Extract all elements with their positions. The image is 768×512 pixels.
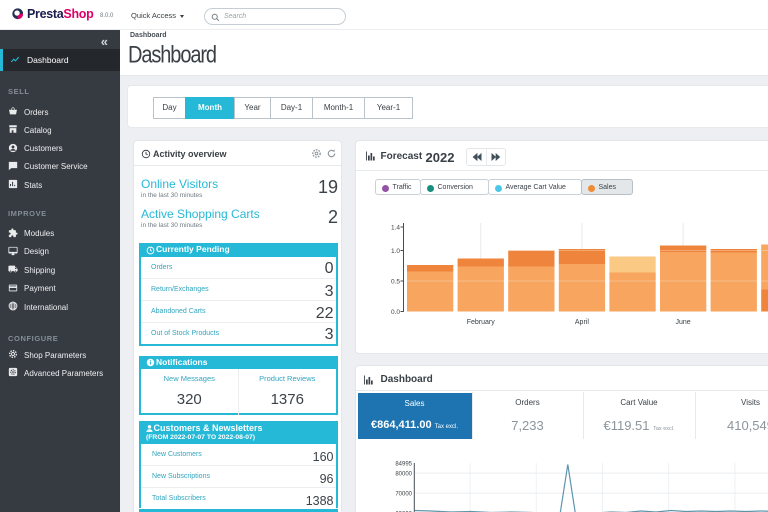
- svg-text:0.5: 0.5: [390, 279, 399, 286]
- svg-text:70000: 70000: [395, 492, 412, 498]
- svg-text:1.4: 1.4: [390, 225, 399, 232]
- svg-text:1.0: 1.0: [390, 248, 399, 255]
- svg-text:0.0: 0.0: [390, 309, 399, 316]
- svg-text:April: April: [574, 319, 588, 326]
- svg-text:February: February: [466, 319, 495, 326]
- svg-text:80000: 80000: [395, 472, 412, 478]
- svg-text:June: June: [675, 319, 690, 326]
- svg-text:84995: 84995: [395, 462, 412, 468]
